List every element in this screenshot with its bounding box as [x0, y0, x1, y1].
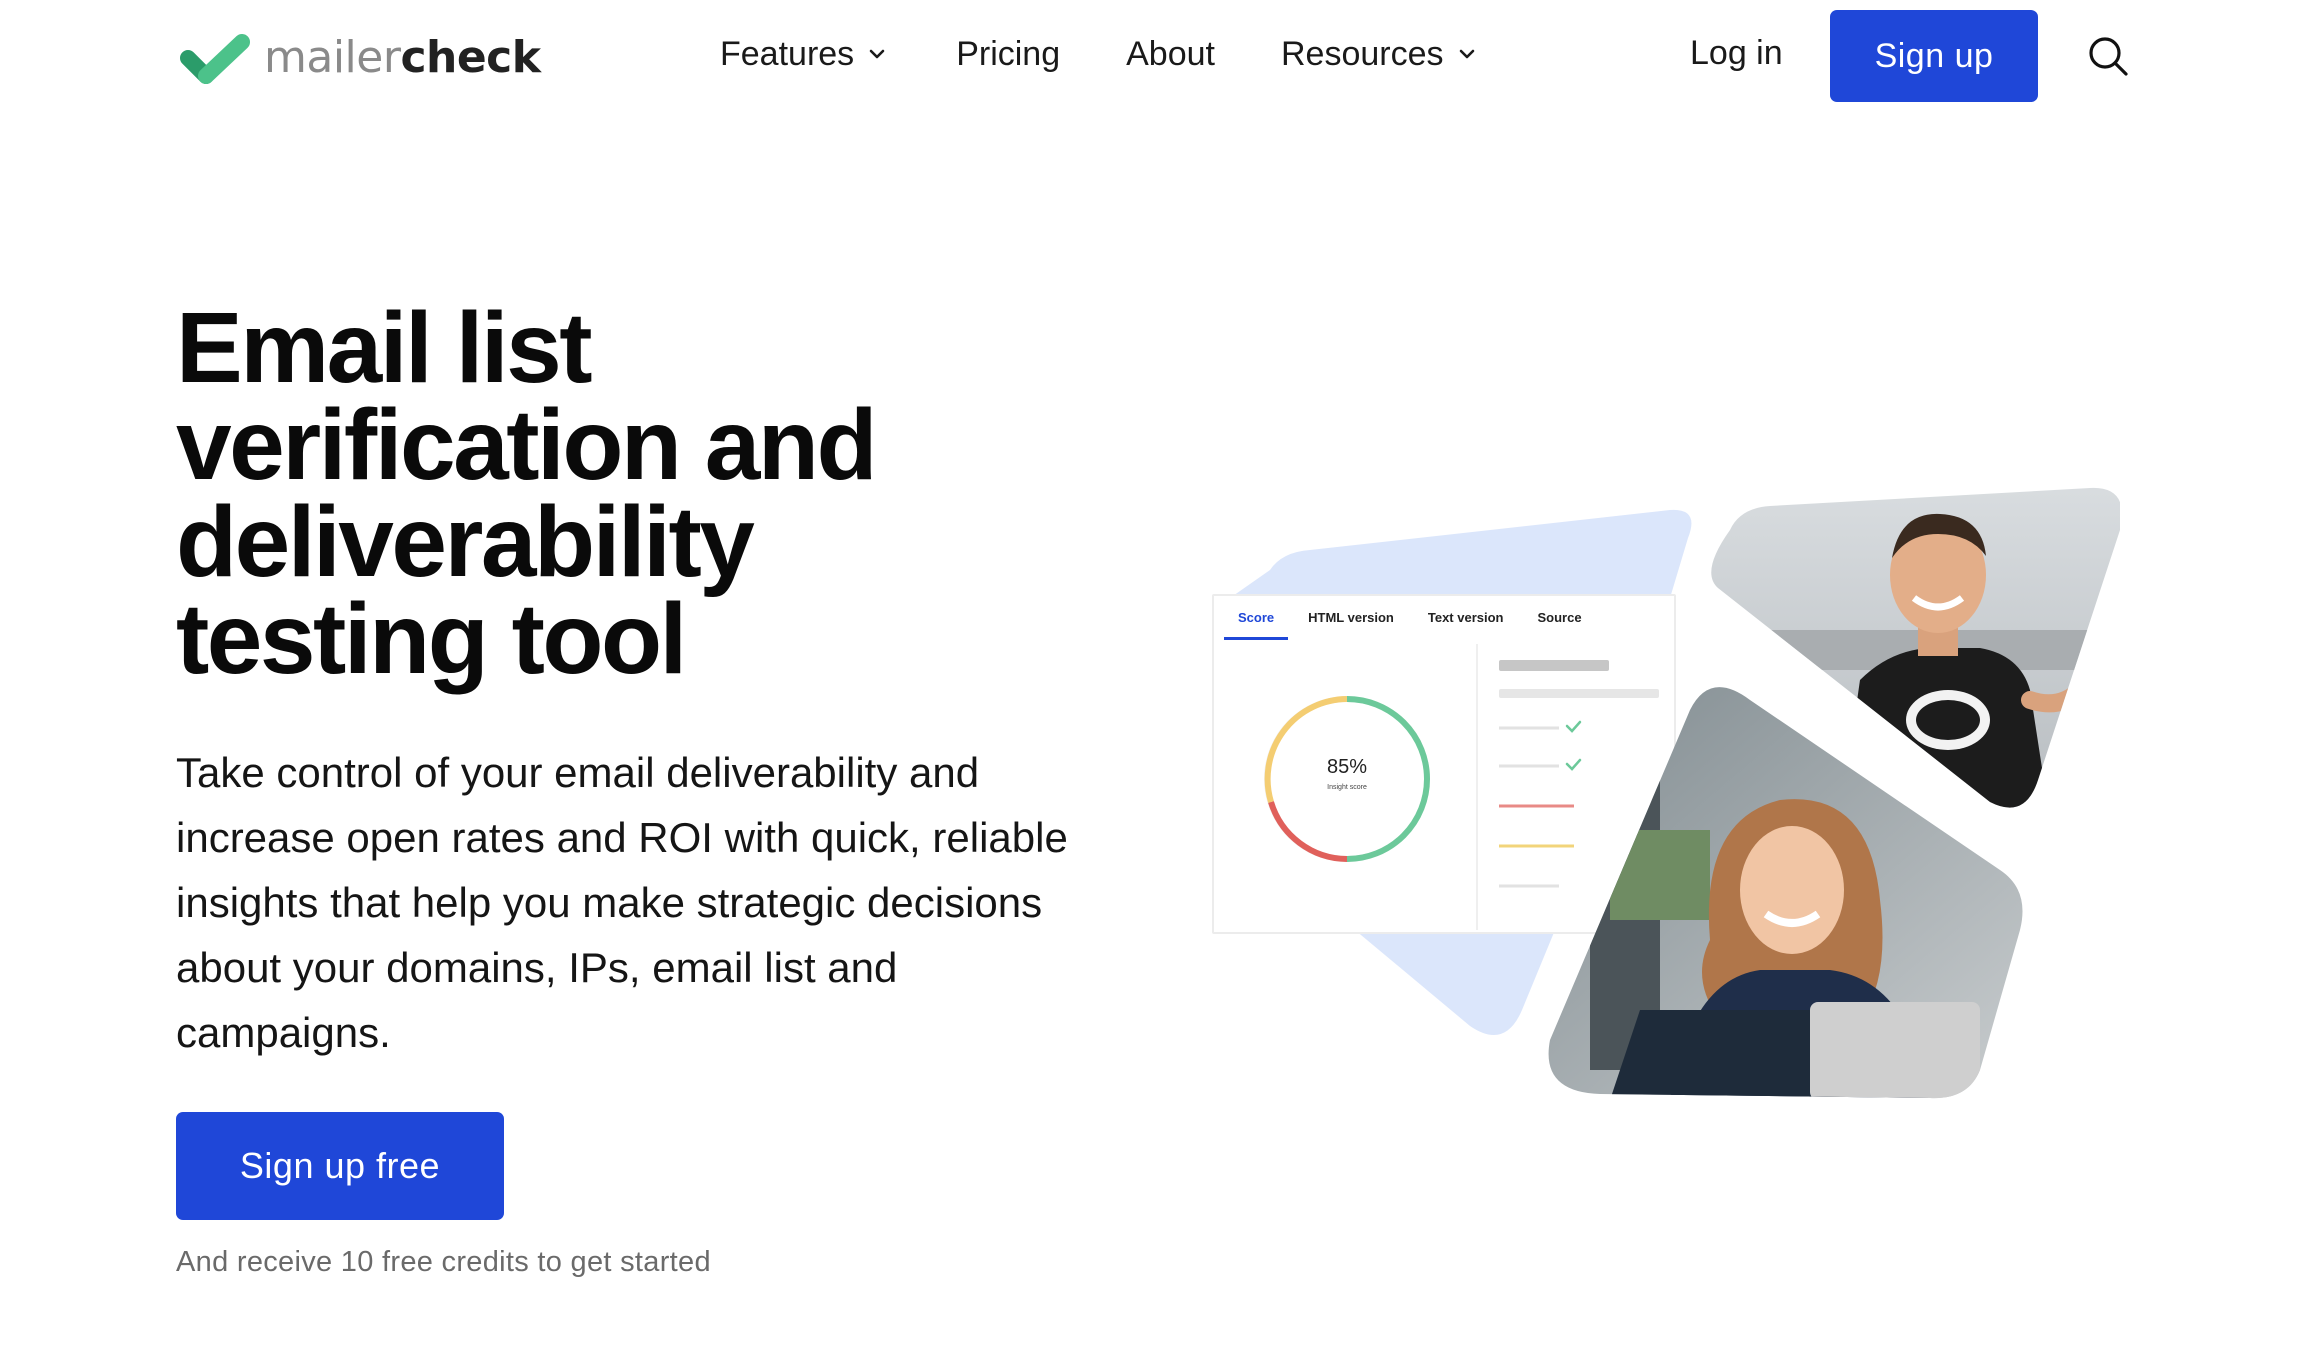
score-label: Insight score [1327, 784, 1367, 791]
nav-item-label: Features [720, 34, 855, 73]
tab-html-version: HTML version [1308, 610, 1394, 625]
insight-score-gauge: 85% Insight score [1262, 694, 1432, 864]
nav-item-label: Pricing [956, 34, 1061, 73]
score-value: 85% [1326, 756, 1368, 778]
nav-item-label: About [1126, 34, 1215, 73]
tab-text-version: Text version [1427, 610, 1504, 625]
hero-title: Email list verification and deliverabili… [176, 292, 878, 695]
gauge-ring [1264, 696, 1430, 862]
top-navigation: mailercheck Features Pricing About Resou… [0, 0, 2298, 112]
login-link[interactable]: Log in [1690, 34, 1783, 73]
chevron-down-icon [869, 49, 885, 59]
nav-item-about[interactable]: About [1126, 35, 1215, 74]
signup-button[interactable]: Sign up [1830, 10, 2038, 102]
checkmark-logo-icon [180, 34, 250, 84]
nav-item-pricing[interactable]: Pricing [956, 35, 1060, 74]
card-divider [1476, 644, 1478, 930]
brand-logo[interactable]: mailercheck [180, 26, 541, 90]
nav-item-label: Resources [1280, 34, 1444, 73]
main-menu: Features Pricing About Resources [720, 30, 1478, 78]
signup-free-button[interactable]: Sign up free [176, 1112, 504, 1220]
nav-item-features[interactable]: Features [720, 35, 888, 74]
free-credits-note: And receive 10 free credits to get start… [176, 1246, 711, 1278]
hero-illustration: Score HTML version Text version Source 8… [1200, 470, 2130, 1120]
photo-woman-with-laptop [1548, 687, 2023, 1099]
nav-item-resources[interactable]: Resources [1281, 35, 1478, 74]
hero-description: Take control of your email deliverabilit… [176, 749, 1068, 1056]
tab-source: Source [1537, 610, 1582, 625]
score-card-tabs: Score HTML version Text version Source [1224, 610, 1616, 640]
tab-score: Score [1224, 610, 1289, 640]
chevron-down-icon [1459, 49, 1474, 59]
search-icon[interactable] [2086, 34, 2130, 78]
brand-name: mailercheck [264, 32, 541, 83]
